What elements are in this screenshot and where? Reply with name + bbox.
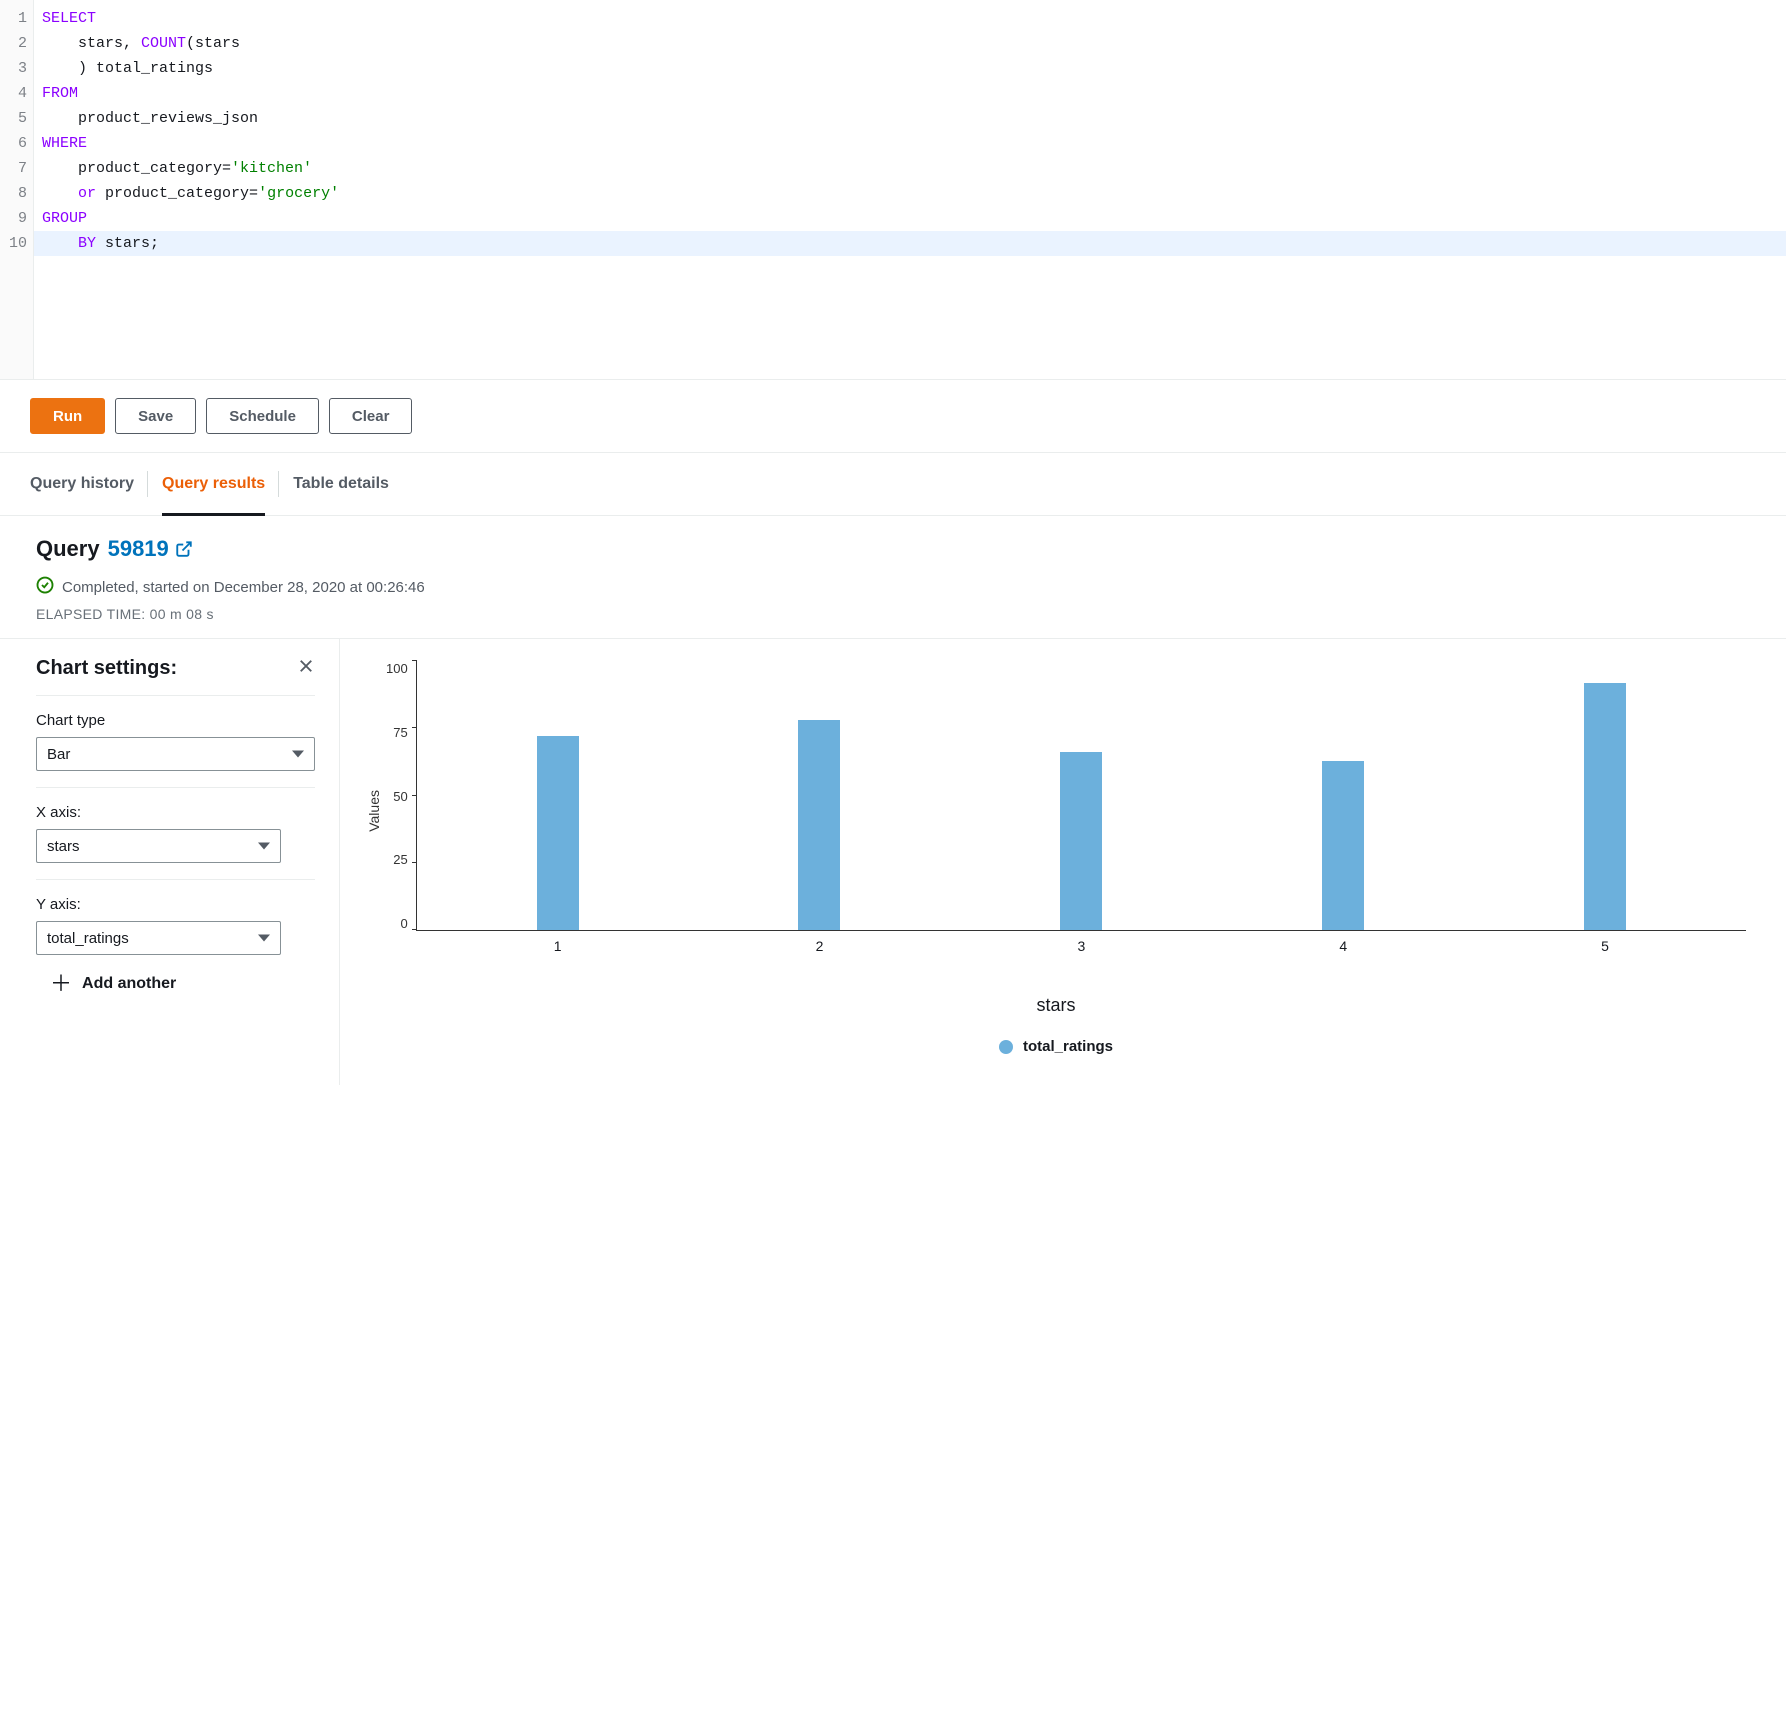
chart-area: Values 1007550250 12345 stars total_rati… (340, 639, 1786, 1085)
legend-swatch-icon (999, 1040, 1013, 1054)
run-button[interactable]: Run (30, 398, 105, 434)
chart-x-tick: 3 (1077, 938, 1085, 954)
query-results-header: Query 59819 Completed, started on Decemb… (0, 516, 1786, 639)
results-body: Chart settings: Chart type Bar X axis: s… (0, 639, 1786, 1085)
chart-settings-panel: Chart settings: Chart type Bar X axis: s… (0, 639, 340, 1085)
editor-code-area[interactable]: SELECT stars, COUNT(stars ) total_rating… (34, 0, 1786, 379)
chart-bar (1584, 683, 1626, 930)
query-id-link[interactable]: 59819 (108, 536, 193, 562)
chart-type-value: Bar (47, 746, 70, 763)
schedule-button[interactable]: Schedule (206, 398, 319, 434)
bar-chart: Values 1007550250 12345 (366, 661, 1746, 961)
add-another-button[interactable]: ＋ Add another (50, 973, 315, 995)
editor-gutter: 12345678910 (0, 0, 34, 379)
x-axis-select[interactable]: stars (36, 829, 281, 863)
elapsed-time: ELAPSED TIME: 00 m 08 s (36, 606, 1750, 622)
query-title: Query 59819 (36, 536, 1750, 562)
chart-bar (1322, 761, 1364, 930)
query-title-prefix: Query (36, 536, 100, 562)
chart-y-axis-ticks: 1007550250 (386, 661, 416, 931)
chart-x-tick: 4 (1339, 938, 1347, 954)
tab-query-history[interactable]: Query history (30, 453, 134, 515)
external-link-icon (175, 540, 193, 558)
chart-type-select[interactable]: Bar (36, 737, 315, 771)
query-id-text: 59819 (108, 536, 169, 562)
x-axis-value: stars (47, 838, 80, 855)
results-tabs: Query history Query results Table detail… (0, 453, 1786, 516)
chart-type-label: Chart type (36, 712, 315, 729)
query-status-text: Completed, started on December 28, 2020 … (62, 579, 425, 596)
chart-x-tick: 2 (816, 938, 824, 954)
sql-editor[interactable]: 12345678910 SELECT stars, COUNT(stars ) … (0, 0, 1786, 380)
chart-settings-title: Chart settings: (36, 657, 177, 680)
tab-table-details[interactable]: Table details (293, 453, 389, 515)
editor-toolbar: Run Save Schedule Clear (0, 380, 1786, 453)
clear-button[interactable]: Clear (329, 398, 413, 434)
x-axis-label: X axis: (36, 804, 315, 821)
add-another-label: Add another (82, 975, 176, 993)
chart-x-axis-label: stars (366, 995, 1746, 1016)
success-icon (36, 576, 54, 598)
chart-bar (1060, 752, 1102, 930)
y-axis-value: total_ratings (47, 930, 129, 947)
close-icon[interactable] (297, 655, 315, 681)
y-axis-select[interactable]: total_ratings (36, 921, 281, 955)
chart-legend: total_ratings (366, 1038, 1746, 1055)
plus-icon: ＋ (50, 973, 72, 995)
chart-x-tick: 1 (554, 938, 562, 954)
save-button[interactable]: Save (115, 398, 196, 434)
chart-bar (537, 736, 579, 930)
chart-x-tick: 5 (1601, 938, 1609, 954)
y-axis-label: Y axis: (36, 896, 315, 913)
tab-query-results[interactable]: Query results (162, 453, 265, 515)
legend-series-label: total_ratings (1023, 1038, 1113, 1055)
chart-bar (798, 720, 840, 930)
chart-plot-area: 12345 (416, 661, 1746, 931)
chart-y-axis-label: Values (366, 790, 382, 832)
